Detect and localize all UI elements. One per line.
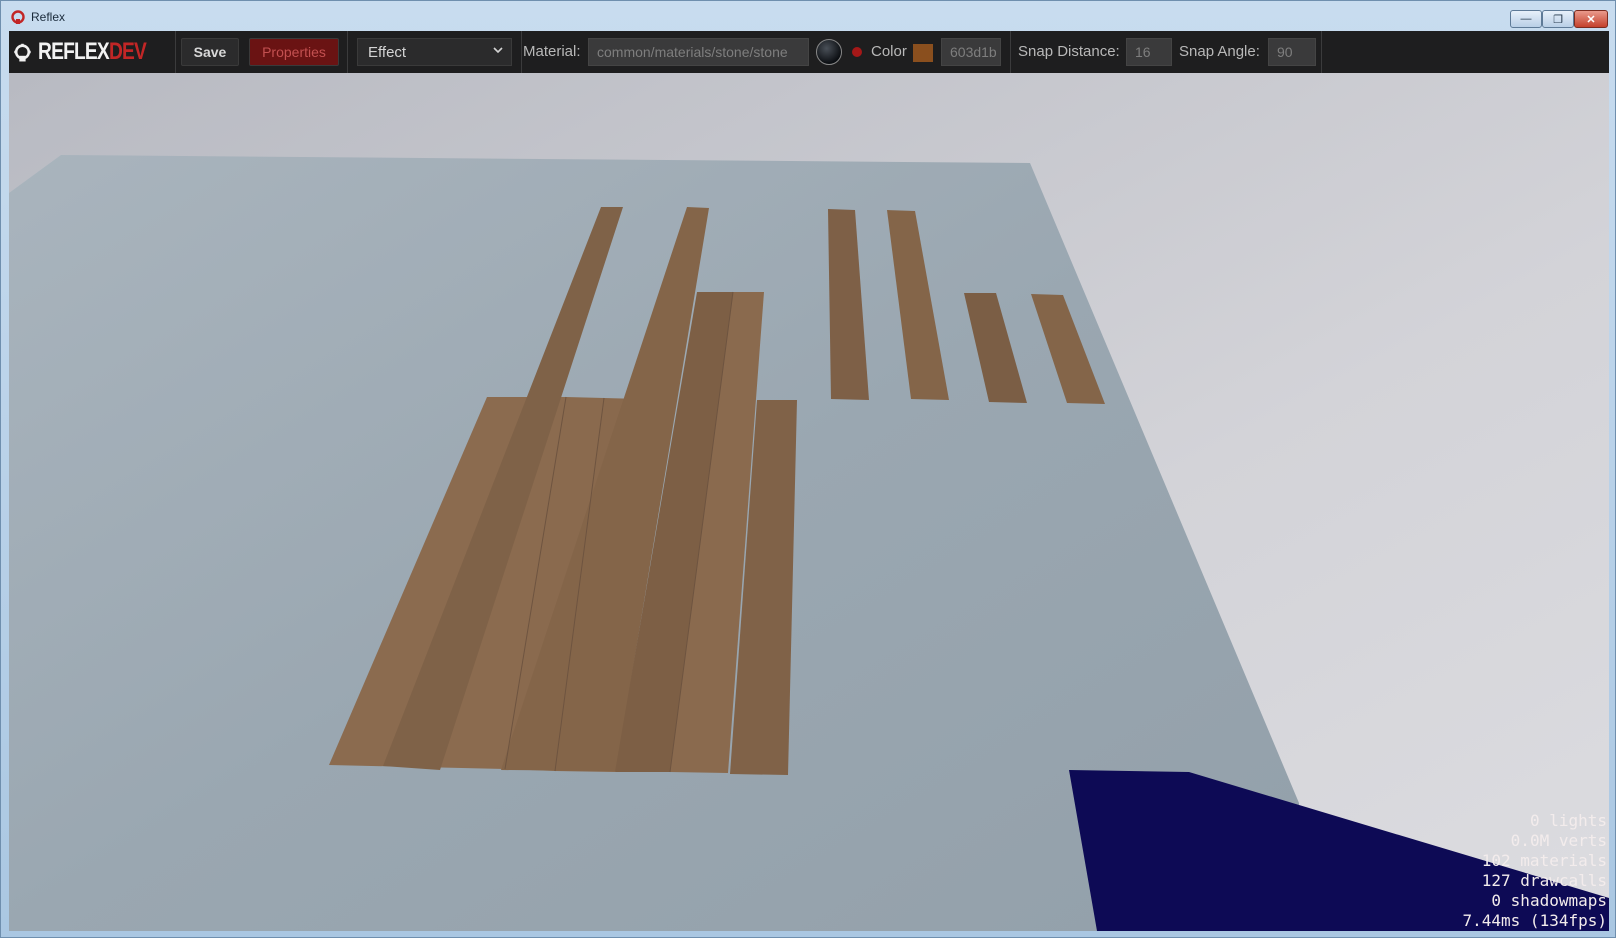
- stat-shadowmaps: 0 shadowmaps: [1491, 891, 1607, 910]
- snap-angle-label: Snap Angle:: [1179, 43, 1260, 60]
- window-title: Reflex: [31, 10, 66, 24]
- stat-frame-time: 7.44ms (134fps): [1462, 911, 1608, 930]
- minimize-icon: —: [1520, 13, 1532, 25]
- editor-toolbar: REFLEXDEV Save Properties Effect Materia…: [9, 31, 1609, 74]
- color-indicator-dot: [852, 47, 862, 57]
- logo-text: REFLEXDEV: [37, 38, 147, 66]
- scene-render: [9, 73, 1609, 931]
- snap-distance-input[interactable]: 16: [1126, 38, 1172, 66]
- title-bar[interactable]: Reflex — ❐ ✕: [1, 1, 1615, 31]
- snap-distance-label: Snap Distance:: [1018, 43, 1120, 60]
- minimize-button[interactable]: —: [1510, 10, 1542, 28]
- reflex-app-icon: [11, 10, 25, 24]
- close-icon: ✕: [1586, 13, 1596, 26]
- toolbar-divider: [521, 31, 522, 73]
- logo-text-primary: REFLEX: [37, 38, 110, 65]
- material-preview-sphere[interactable]: [816, 39, 842, 65]
- color-label: Color: [871, 43, 907, 60]
- snap-angle-input[interactable]: 90: [1268, 38, 1316, 66]
- chevron-down-icon: [493, 47, 503, 54]
- stat-drawcalls: 127 drawcalls: [1481, 871, 1607, 890]
- effect-dropdown-value: Effect: [368, 43, 407, 61]
- stat-verts: 0.0M verts: [1510, 831, 1607, 850]
- close-button[interactable]: ✕: [1574, 10, 1608, 28]
- maximize-button[interactable]: ❐: [1542, 10, 1574, 28]
- properties-button[interactable]: Properties: [249, 38, 339, 66]
- save-button[interactable]: Save: [181, 38, 239, 66]
- toolbar-divider: [1321, 31, 1322, 73]
- app-window: Reflex — ❐ ✕ REFLEXDEV Save Properties E: [0, 0, 1616, 938]
- reflex-dev-logo: REFLEXDEV: [13, 37, 173, 67]
- color-hex-input[interactable]: 603d1b: [941, 38, 1001, 66]
- effect-dropdown[interactable]: Effect: [357, 38, 512, 66]
- toolbar-divider: [347, 31, 348, 73]
- material-label: Material:: [523, 43, 581, 60]
- toolbar-divider: [1010, 31, 1011, 73]
- restore-icon: ❐: [1553, 13, 1563, 26]
- 3d-viewport[interactable]: 0 lights 0.0M verts 102 materials 127 dr…: [9, 73, 1609, 931]
- logo-text-accent: DEV: [108, 38, 147, 65]
- render-stats-overlay: 0 lights 0.0M verts 102 materials 127 dr…: [1463, 811, 1608, 931]
- reflex-logo-icon: [14, 43, 31, 62]
- toolbar-divider: [175, 31, 176, 73]
- stat-lights: 0 lights: [1529, 811, 1607, 830]
- color-swatch[interactable]: [913, 44, 933, 62]
- material-path-input[interactable]: common/materials/stone/stone: [588, 38, 809, 66]
- stat-materials: 102 materials: [1481, 851, 1607, 870]
- client-area: REFLEXDEV Save Properties Effect Materia…: [9, 31, 1609, 931]
